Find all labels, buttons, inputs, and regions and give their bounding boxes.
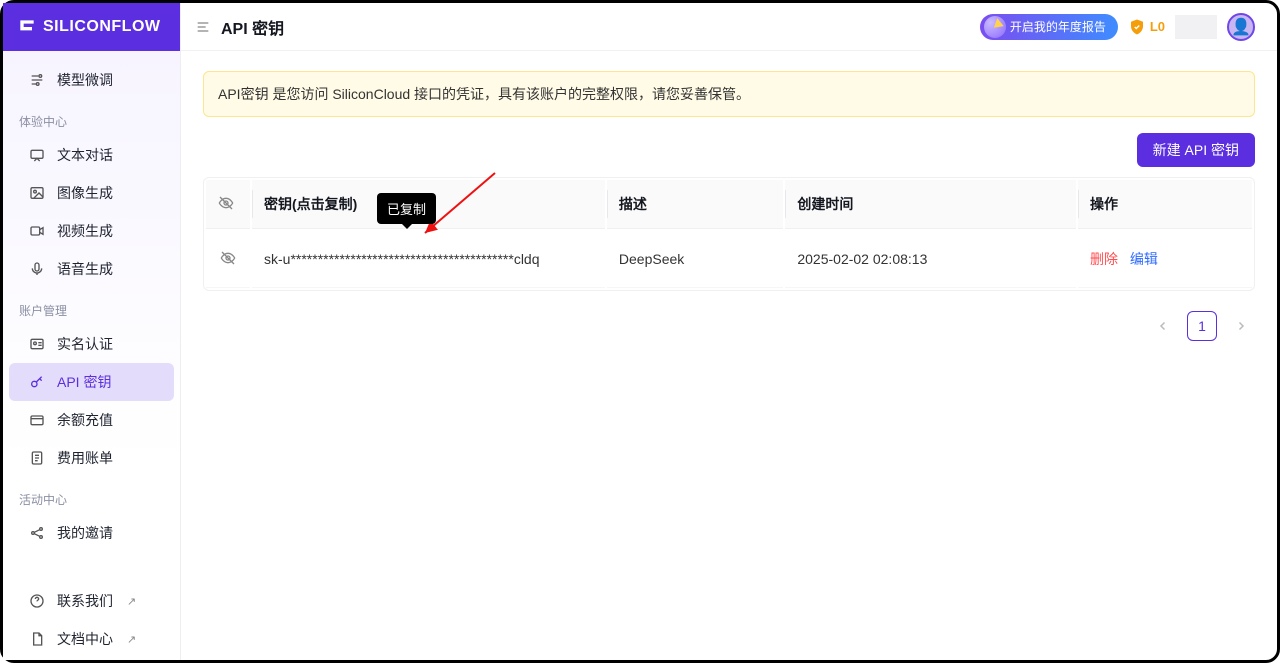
sidebar-section-activity: 活动中心 <box>3 477 180 514</box>
sidebar-item-label: 文本对话 <box>57 145 113 165</box>
api-key-table: 密钥(点击复制) 描述 创建时间 操作 sk-u****************… <box>203 177 1255 291</box>
mic-icon <box>29 261 45 277</box>
pagination-next[interactable] <box>1227 311 1255 341</box>
sidebar-item-image-gen[interactable]: 图像生成 <box>9 174 174 212</box>
toolbar: 新建 API 密钥 <box>203 133 1255 167</box>
eye-slash-icon[interactable] <box>218 195 234 211</box>
sidebar-item-api-keys[interactable]: API 密钥 <box>9 363 174 401</box>
pagination: 1 <box>203 311 1255 341</box>
api-key-created: 2025-02-02 02:08:13 <box>785 231 1076 288</box>
sliders-icon <box>29 72 45 88</box>
sidebar-section-experience: 体验中心 <box>3 99 180 136</box>
main-content: API密钥 是您访问 SiliconCloud 接口的凭证，具有该账户的完整权限… <box>181 51 1277 660</box>
sidebar-item-label: 模型微调 <box>57 70 113 90</box>
new-api-key-button[interactable]: 新建 API 密钥 <box>1137 133 1255 167</box>
pagination-page-current[interactable]: 1 <box>1187 311 1217 341</box>
notice-banner: API密钥 是您访问 SiliconCloud 接口的凭证，具有该账户的完整权限… <box>203 71 1255 117</box>
sidebar-item-text-chat[interactable]: 文本对话 <box>9 136 174 174</box>
eye-slash-icon[interactable] <box>220 250 236 266</box>
sidebar-item-label: 视频生成 <box>57 221 113 241</box>
receipt-icon <box>29 450 45 466</box>
wizard-icon <box>984 16 1006 38</box>
collapse-sidebar-icon[interactable] <box>195 19 211 35</box>
external-arrow-icon: ↗ <box>127 595 136 608</box>
th-key: 密钥(点击复制) <box>252 180 605 229</box>
chat-icon <box>29 147 45 163</box>
th-created: 创建时间 <box>785 180 1076 229</box>
sidebar-item-label: 语音生成 <box>57 259 113 279</box>
image-icon <box>29 185 45 201</box>
level-text: L0 <box>1150 19 1165 34</box>
sidebar-item-docs[interactable]: 文档中心 ↗ <box>9 620 174 658</box>
brand-logo[interactable]: SILICONFLOW <box>3 3 180 51</box>
sidebar: SILICONFLOW 模型微调 体验中心 文本对话 图像生成 视频生成 语音生… <box>3 3 181 660</box>
sidebar-item-balance[interactable]: 余额充值 <box>9 401 174 439</box>
sidebar-item-video-gen[interactable]: 视频生成 <box>9 212 174 250</box>
sidebar-item-finetune[interactable]: 模型微调 <box>9 61 174 99</box>
sidebar-item-label: 联系我们 <box>57 591 113 611</box>
th-visibility <box>206 180 250 229</box>
api-key-value[interactable]: sk-u************************************… <box>264 251 540 267</box>
pagination-prev[interactable] <box>1149 311 1177 341</box>
logo-icon <box>17 17 37 37</box>
th-desc: 描述 <box>607 180 783 229</box>
external-arrow-icon: ↗ <box>127 633 136 646</box>
sidebar-item-label: 费用账单 <box>57 448 113 468</box>
sidebar-item-label: 实名认证 <box>57 334 113 354</box>
avatar[interactable]: 👤 <box>1227 13 1255 41</box>
page-title: API 密钥 <box>221 15 284 39</box>
sidebar-item-identity[interactable]: 实名认证 <box>9 325 174 363</box>
sidebar-item-label: API 密钥 <box>57 372 111 392</box>
delete-link[interactable]: 删除 <box>1090 251 1118 267</box>
doc-icon <box>29 631 45 647</box>
report-pill-label: 开启我的年度报告 <box>1010 18 1106 35</box>
header-usage-placeholder <box>1175 15 1217 39</box>
header: API 密钥 开启我的年度报告 L0 👤 <box>181 3 1277 51</box>
help-icon <box>29 593 45 609</box>
sidebar-item-billing[interactable]: 费用账单 <box>9 439 174 477</box>
sidebar-item-audio-gen[interactable]: 语音生成 <box>9 250 174 288</box>
sidebar-item-label: 余额充值 <box>57 410 113 430</box>
table-row: sk-u************************************… <box>206 231 1252 288</box>
level-badge[interactable]: L0 <box>1128 18 1165 36</box>
video-icon <box>29 223 45 239</box>
sidebar-item-label: 图像生成 <box>57 183 113 203</box>
edit-link[interactable]: 编辑 <box>1130 251 1158 267</box>
annual-report-pill[interactable]: 开启我的年度报告 <box>980 14 1118 40</box>
id-card-icon <box>29 336 45 352</box>
key-icon <box>29 374 45 390</box>
sidebar-item-label: 我的邀请 <box>57 523 113 543</box>
th-actions: 操作 <box>1078 180 1252 229</box>
sidebar-section-account: 账户管理 <box>3 288 180 325</box>
sidebar-item-label: 文档中心 <box>57 629 113 649</box>
nav: 模型微调 体验中心 文本对话 图像生成 视频生成 语音生成 账户管理 实名认证 … <box>3 51 180 658</box>
sidebar-item-invite[interactable]: 我的邀请 <box>9 514 174 552</box>
brand-text: SILICONFLOW <box>43 18 160 36</box>
shield-icon <box>1128 18 1146 36</box>
api-key-desc: DeepSeek <box>607 231 783 288</box>
sidebar-item-contact[interactable]: 联系我们 ↗ <box>9 582 174 620</box>
wallet-icon <box>29 412 45 428</box>
share-icon <box>29 525 45 541</box>
